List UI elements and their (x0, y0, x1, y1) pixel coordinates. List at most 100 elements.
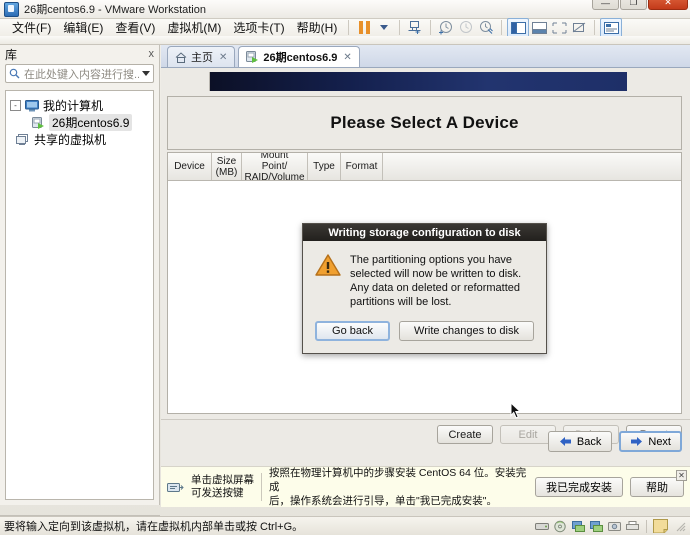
menu-file[interactable]: 文件(F) (6, 18, 57, 37)
arrow-right-icon (631, 437, 643, 446)
snapshot-manager-button[interactable] (476, 19, 496, 37)
tab-close-icon[interactable]: ✕ (219, 52, 227, 63)
show-library-button[interactable] (507, 17, 530, 38)
next-button[interactable]: Next (619, 431, 682, 452)
hint-body-text: 按照在物理计算机中的步骤安装 CentOS 64 位。安装完成 后，操作系统会进… (269, 466, 528, 508)
installer-navigation: Back Next (547, 431, 682, 452)
show-thumbnail-bar-button[interactable] (529, 19, 549, 37)
snapshot-take-icon (439, 21, 453, 35)
menu-help[interactable]: 帮助(H) (291, 18, 344, 37)
pause-icon (358, 21, 370, 34)
tree-item-shared-vms[interactable]: 共享的虚拟机 (10, 131, 149, 148)
back-button[interactable]: Back (547, 431, 613, 452)
snapshot-revert-icon (460, 21, 473, 33)
chevron-down-icon (380, 25, 389, 30)
column-sublabel: RAID/Volume (244, 172, 305, 183)
column-label: Format (345, 161, 378, 172)
power-dropdown-button[interactable] (374, 19, 394, 37)
menu-view[interactable]: 查看(V) (109, 18, 161, 37)
status-bar: 要将输入定向到该虚拟机，请在虚拟机内部单击或按 Ctrl+G。 (0, 516, 690, 535)
console-view-button[interactable] (600, 17, 623, 38)
thumbnail-bar-icon (531, 21, 547, 34)
hint-line-2: 可发送按键 (191, 487, 244, 499)
hint-divider (261, 473, 262, 501)
write-changes-dialog: Writing storage configuration to disk Th… (302, 223, 547, 354)
tree-item-centos-vm[interactable]: 26期centos6.9 (10, 114, 149, 131)
library-search-box[interactable]: 在此处键入内容进行搜... (5, 64, 154, 83)
add-snapshot-button[interactable] (405, 19, 425, 37)
hint-line-1: 单击虚拟屏幕 (191, 474, 254, 486)
menu-vm[interactable]: 虚拟机(M) (161, 18, 227, 37)
home-icon (175, 51, 187, 63)
vm-tab-strip: 主页 ✕ 26期centos6.9 ✕ (161, 45, 690, 68)
column-label: Type (313, 161, 335, 172)
hint-close-icon[interactable]: ✕ (676, 470, 687, 481)
vm-running-icon (32, 116, 44, 129)
installation-complete-button[interactable]: 我已完成安装 (535, 477, 623, 497)
keyboard-send-icon (167, 482, 184, 492)
column-label: Device (174, 161, 205, 172)
hint-shortcut-text: 单击虚拟屏幕 可发送按键 (191, 474, 254, 500)
vm-running-icon (246, 51, 259, 63)
hint-body-line-2: 后，操作系统会进行引导，单击"我已完成安装"。 (269, 495, 497, 507)
status-message: 要将输入定向到该虚拟机，请在虚拟机内部单击或按 Ctrl+G。 (4, 521, 304, 533)
unity-mode-button[interactable] (569, 19, 589, 37)
device-tray (535, 519, 686, 533)
tree-item-my-computer[interactable]: - 我的计算机 (10, 97, 149, 114)
dialog-message: The partitioning options you have select… (350, 254, 522, 308)
menu-bar: 文件(F) 编辑(E) 查看(V) 虚拟机(M) 选项卡(T) 帮助(H) (0, 17, 690, 38)
column-filler (383, 153, 681, 180)
page-title: Please Select A Device (330, 113, 519, 132)
tree-item-label: 26期centos6.9 (49, 114, 133, 131)
column-label: Mount Point/ (260, 152, 289, 172)
menu-edit[interactable]: 编辑(E) (57, 18, 109, 37)
network-adapter-icon[interactable] (571, 520, 586, 533)
notes-icon[interactable] (653, 519, 668, 533)
column-type: Type (308, 153, 341, 180)
hard-disk-icon[interactable] (535, 520, 550, 533)
go-back-button[interactable]: Go back (315, 321, 391, 341)
tree-item-label: 共享的虚拟机 (34, 133, 107, 147)
menu-separator-2 (399, 20, 401, 35)
tab-label: 主页 (191, 52, 213, 64)
arrow-left-icon (559, 437, 571, 446)
column-sublabel: (MB) (215, 166, 238, 178)
revert-snapshot-button[interactable] (456, 19, 476, 37)
window-title: 26期centos6.9 - VMware Workstation (24, 4, 206, 16)
printer-icon[interactable] (625, 520, 640, 533)
hint-body-line-1: 按照在物理计算机中的步骤安装 CentOS 64 位。安装完成 (269, 467, 527, 493)
library-close-button[interactable]: x (149, 48, 155, 60)
cd-dvd-icon[interactable] (553, 520, 568, 533)
vm-console-screen[interactable]: Please Select A Device Device Size (MB) … (161, 68, 690, 466)
usb-controller-icon[interactable] (607, 520, 622, 533)
console-view-icon (603, 21, 619, 34)
installer-divider (161, 419, 690, 420)
close-button[interactable]: ✕ (648, 0, 688, 10)
search-icon (9, 68, 20, 79)
library-panel: 库 x 在此处键入内容进行搜... - 我的计算机 26期centos6.9 共… (0, 45, 160, 505)
vm-hint-bar: 单击虚拟屏幕 可发送按键 按照在物理计算机中的步骤安装 CentOS 64 位。… (161, 466, 690, 507)
installer-heading-box: Please Select A Device (167, 96, 682, 150)
vmware-workstation-window: 26期centos6.9 - VMware Workstation — ❐ ✕ … (0, 0, 690, 535)
network-adapter-2-icon[interactable] (589, 520, 604, 533)
write-changes-to-disk-button[interactable]: Write changes to disk (399, 321, 534, 341)
library-panel-icon (510, 21, 526, 34)
library-search-input[interactable]: 在此处键入内容进行搜... (24, 66, 139, 82)
suspend-button[interactable] (354, 19, 374, 37)
fullscreen-button[interactable] (549, 19, 569, 37)
create-button[interactable]: Create (437, 425, 493, 444)
menu-tabs[interactable]: 选项卡(T) (227, 18, 290, 37)
tab-close-icon[interactable]: ✕ (343, 52, 351, 63)
tree-expander-icon[interactable]: - (10, 100, 21, 111)
tab-centos-vm[interactable]: 26期centos6.9 ✕ (238, 46, 360, 67)
maximize-button[interactable]: ❐ (620, 0, 647, 10)
take-snapshot-button[interactable] (436, 19, 456, 37)
dialog-body: The partitioning options you have select… (303, 241, 546, 313)
title-bar: 26期centos6.9 - VMware Workstation — ❐ ✕ (0, 0, 690, 19)
tab-home[interactable]: 主页 ✕ (167, 46, 236, 67)
tray-separator (646, 519, 647, 533)
dialog-title: Writing storage configuration to disk (303, 224, 546, 241)
minimize-button[interactable]: — (592, 0, 619, 10)
chevron-down-icon[interactable] (142, 71, 150, 76)
resize-grip-icon[interactable] (675, 521, 686, 532)
